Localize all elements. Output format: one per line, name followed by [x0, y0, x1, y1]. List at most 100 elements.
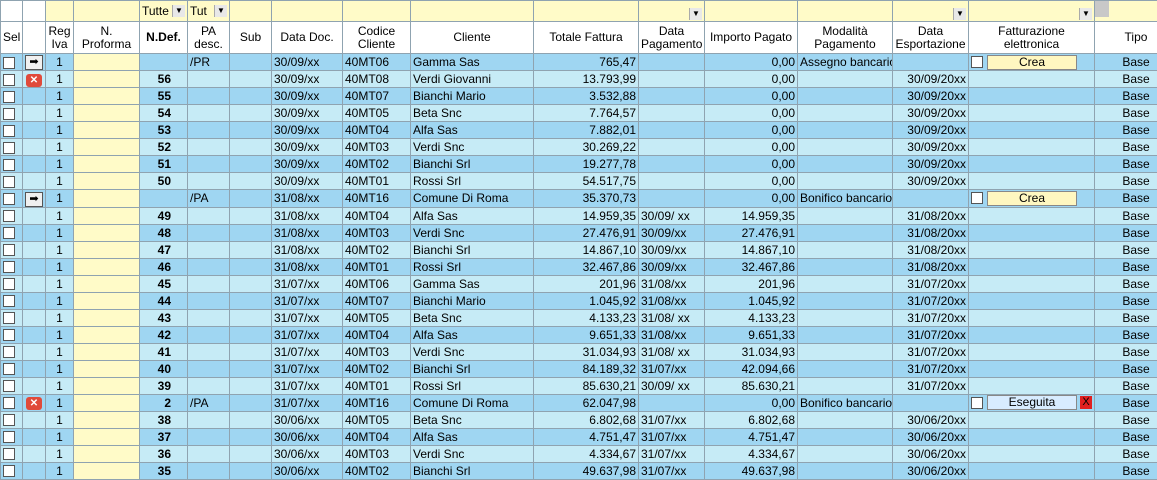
row-select-checkbox[interactable] [3, 448, 15, 460]
header-proforma[interactable]: N. Proforma [74, 22, 140, 54]
row-select-checkbox[interactable] [3, 329, 15, 341]
filter-tipo[interactable]: ▼ [1095, 1, 1157, 22]
chevron-down-icon[interactable]: ▼ [172, 5, 185, 17]
header-cliente[interactable]: Cliente [411, 22, 534, 54]
chevron-down-icon[interactable]: ▼ [214, 5, 227, 17]
header-tipo[interactable]: Tipo [1095, 22, 1157, 54]
error-icon[interactable]: ✕ [26, 397, 42, 410]
filter-importo[interactable] [705, 1, 798, 22]
fe-crea-button[interactable]: Crea [987, 191, 1077, 206]
table-row[interactable]: 14131/07/xx40MT03Verdi Snc31.034,9331/08… [1, 343, 1157, 360]
table-row[interactable]: 13830/06/xx40MT05Beta Snc6.802,6831/07/x… [1, 411, 1157, 428]
header-sub[interactable]: Sub [230, 22, 272, 54]
row-select-checkbox[interactable] [3, 142, 15, 154]
header-totale[interactable]: Totale Fattura [534, 22, 639, 54]
filter-modalita[interactable] [798, 1, 893, 22]
chevron-down-icon[interactable]: ▼ [689, 8, 702, 20]
header-reg[interactable]: Reg Iva [46, 22, 74, 54]
table-row[interactable]: ✕12/PA31/07/xx40MT16Comune Di Roma62.047… [1, 394, 1157, 411]
row-select-checkbox[interactable] [3, 295, 15, 307]
filter-fe[interactable]: ▼ [969, 1, 1095, 22]
header-data-pag[interactable]: Data Pagamento [639, 22, 705, 54]
table-row[interactable]: 14931/08/xx40MT04Alfa Sas14.959,3530/09/… [1, 207, 1157, 224]
table-row[interactable]: 15030/09/xx40MT01Rossi Srl54.517,750,003… [1, 173, 1157, 190]
table-row[interactable]: 14831/08/xx40MT03Verdi Snc27.476,9130/09… [1, 224, 1157, 241]
error-icon[interactable]: ✕ [26, 74, 42, 87]
chevron-down-icon[interactable]: ▼ [1079, 8, 1092, 20]
table-row[interactable]: 14631/08/xx40MT01Rossi Srl32.467,8630/09… [1, 258, 1157, 275]
arrow-right-icon[interactable]: ➡ [25, 55, 43, 70]
row-select-checkbox[interactable] [3, 210, 15, 222]
table-row[interactable]: 14431/07/xx40MT07Bianchi Mario1.045,9231… [1, 292, 1157, 309]
cell-totale: 85.630,21 [534, 377, 639, 394]
table-row[interactable]: 15230/09/xx40MT03Verdi Snc30.269,220,003… [1, 139, 1157, 156]
table-row[interactable]: ✕15630/09/xx40MT08Verdi Giovanni13.793,9… [1, 71, 1157, 88]
row-select-checkbox[interactable] [3, 57, 15, 69]
table-row[interactable]: 13530/06/xx40MT02Bianchi Srl49.637,9831/… [1, 462, 1157, 479]
fe-checkbox[interactable] [971, 397, 983, 409]
table-row[interactable]: 15430/09/xx40MT05Beta Snc7.764,570,0030/… [1, 105, 1157, 122]
filter-sub[interactable] [230, 1, 272, 22]
table-row[interactable]: 13730/06/xx40MT04Alfa Sas4.751,4731/07/x… [1, 428, 1157, 445]
row-select-checkbox[interactable] [3, 363, 15, 375]
header-sel[interactable]: Sel [1, 22, 23, 54]
chevron-down-icon[interactable]: ▼ [953, 8, 966, 20]
header-importo[interactable]: Importo Pagato [705, 22, 798, 54]
row-select-checkbox[interactable] [3, 312, 15, 324]
row-select-checkbox[interactable] [3, 244, 15, 256]
header-data-exp[interactable]: Data Esportazione [893, 22, 969, 54]
table-row[interactable]: ➡1/PA31/08/xx40MT16Comune Di Roma35.370,… [1, 190, 1157, 207]
row-select-checkbox[interactable] [3, 278, 15, 290]
row-select-checkbox[interactable] [3, 414, 15, 426]
row-select-checkbox[interactable] [3, 346, 15, 358]
row-select-checkbox[interactable] [3, 227, 15, 239]
arrow-right-icon[interactable]: ➡ [25, 192, 43, 207]
filter-reg[interactable] [46, 1, 74, 22]
filter-data-exp[interactable]: ▼ [893, 1, 969, 22]
row-select-checkbox[interactable] [3, 261, 15, 273]
table-row[interactable]: 13931/07/xx40MT01Rossi Srl85.630,2130/09… [1, 377, 1157, 394]
filter-totale[interactable] [534, 1, 639, 22]
row-select-checkbox[interactable] [3, 193, 15, 205]
header-ndef[interactable]: N.Def. [140, 22, 188, 54]
fe-delete-button[interactable]: X [1080, 396, 1092, 409]
table-row[interactable]: 14331/07/xx40MT05Beta Snc4.133,2331/08/ … [1, 309, 1157, 326]
table-row[interactable]: 14531/07/xx40MT06Gamma Sas201,9631/08/xx… [1, 275, 1157, 292]
filter-data-doc[interactable] [272, 1, 343, 22]
row-select-checkbox[interactable] [3, 108, 15, 120]
filter-data-pag[interactable]: ▼ [639, 1, 705, 22]
table-row[interactable]: 14231/07/xx40MT04Alfa Sas9.651,3331/08/x… [1, 326, 1157, 343]
table-row[interactable]: 14031/07/xx40MT02Bianchi Srl84.189,3231/… [1, 360, 1157, 377]
fe-checkbox[interactable] [971, 192, 983, 204]
table-row[interactable]: 15130/09/xx40MT02Bianchi Srl19.277,780,0… [1, 156, 1157, 173]
header-data-doc[interactable]: Data Doc. [272, 22, 343, 54]
filter-ndef[interactable]: Tutte▼ [140, 1, 188, 22]
row-select-checkbox[interactable] [3, 397, 15, 409]
row-select-checkbox[interactable] [3, 176, 15, 188]
row-select-checkbox[interactable] [3, 159, 15, 171]
row-select-checkbox[interactable] [3, 74, 15, 86]
fe-checkbox[interactable] [971, 56, 983, 68]
table-row[interactable]: ➡1/PR30/09/xx40MT06Gamma Sas765,470,00As… [1, 54, 1157, 71]
filter-pa[interactable]: Tut▼ [188, 1, 230, 22]
fe-eseguita-button[interactable]: Eseguita [987, 395, 1077, 410]
table-row[interactable]: 13630/06/xx40MT03Verdi Snc4.334,6731/07/… [1, 445, 1157, 462]
filter-sel[interactable] [1, 1, 23, 22]
row-select-checkbox[interactable] [3, 431, 15, 443]
fe-crea-button[interactable]: Crea [987, 55, 1077, 70]
cell-proforma [74, 428, 140, 445]
header-pa[interactable]: PA desc. [188, 22, 230, 54]
row-select-checkbox[interactable] [3, 465, 15, 477]
row-select-checkbox[interactable] [3, 91, 15, 103]
filter-proforma[interactable] [74, 1, 140, 22]
header-fe[interactable]: Fatturazione elettronica [969, 22, 1095, 54]
filter-cliente[interactable] [411, 1, 534, 22]
header-modalita[interactable]: Modalità Pagamento [798, 22, 893, 54]
table-row[interactable]: 15330/09/xx40MT04Alfa Sas7.882,010,0030/… [1, 122, 1157, 139]
row-select-checkbox[interactable] [3, 125, 15, 137]
table-row[interactable]: 15530/09/xx40MT07Bianchi Mario3.532,880,… [1, 88, 1157, 105]
row-select-checkbox[interactable] [3, 380, 15, 392]
table-row[interactable]: 14731/08/xx40MT02Bianchi Srl14.867,1030/… [1, 241, 1157, 258]
filter-codice[interactable] [343, 1, 411, 22]
header-codice[interactable]: Codice Cliente [343, 22, 411, 54]
